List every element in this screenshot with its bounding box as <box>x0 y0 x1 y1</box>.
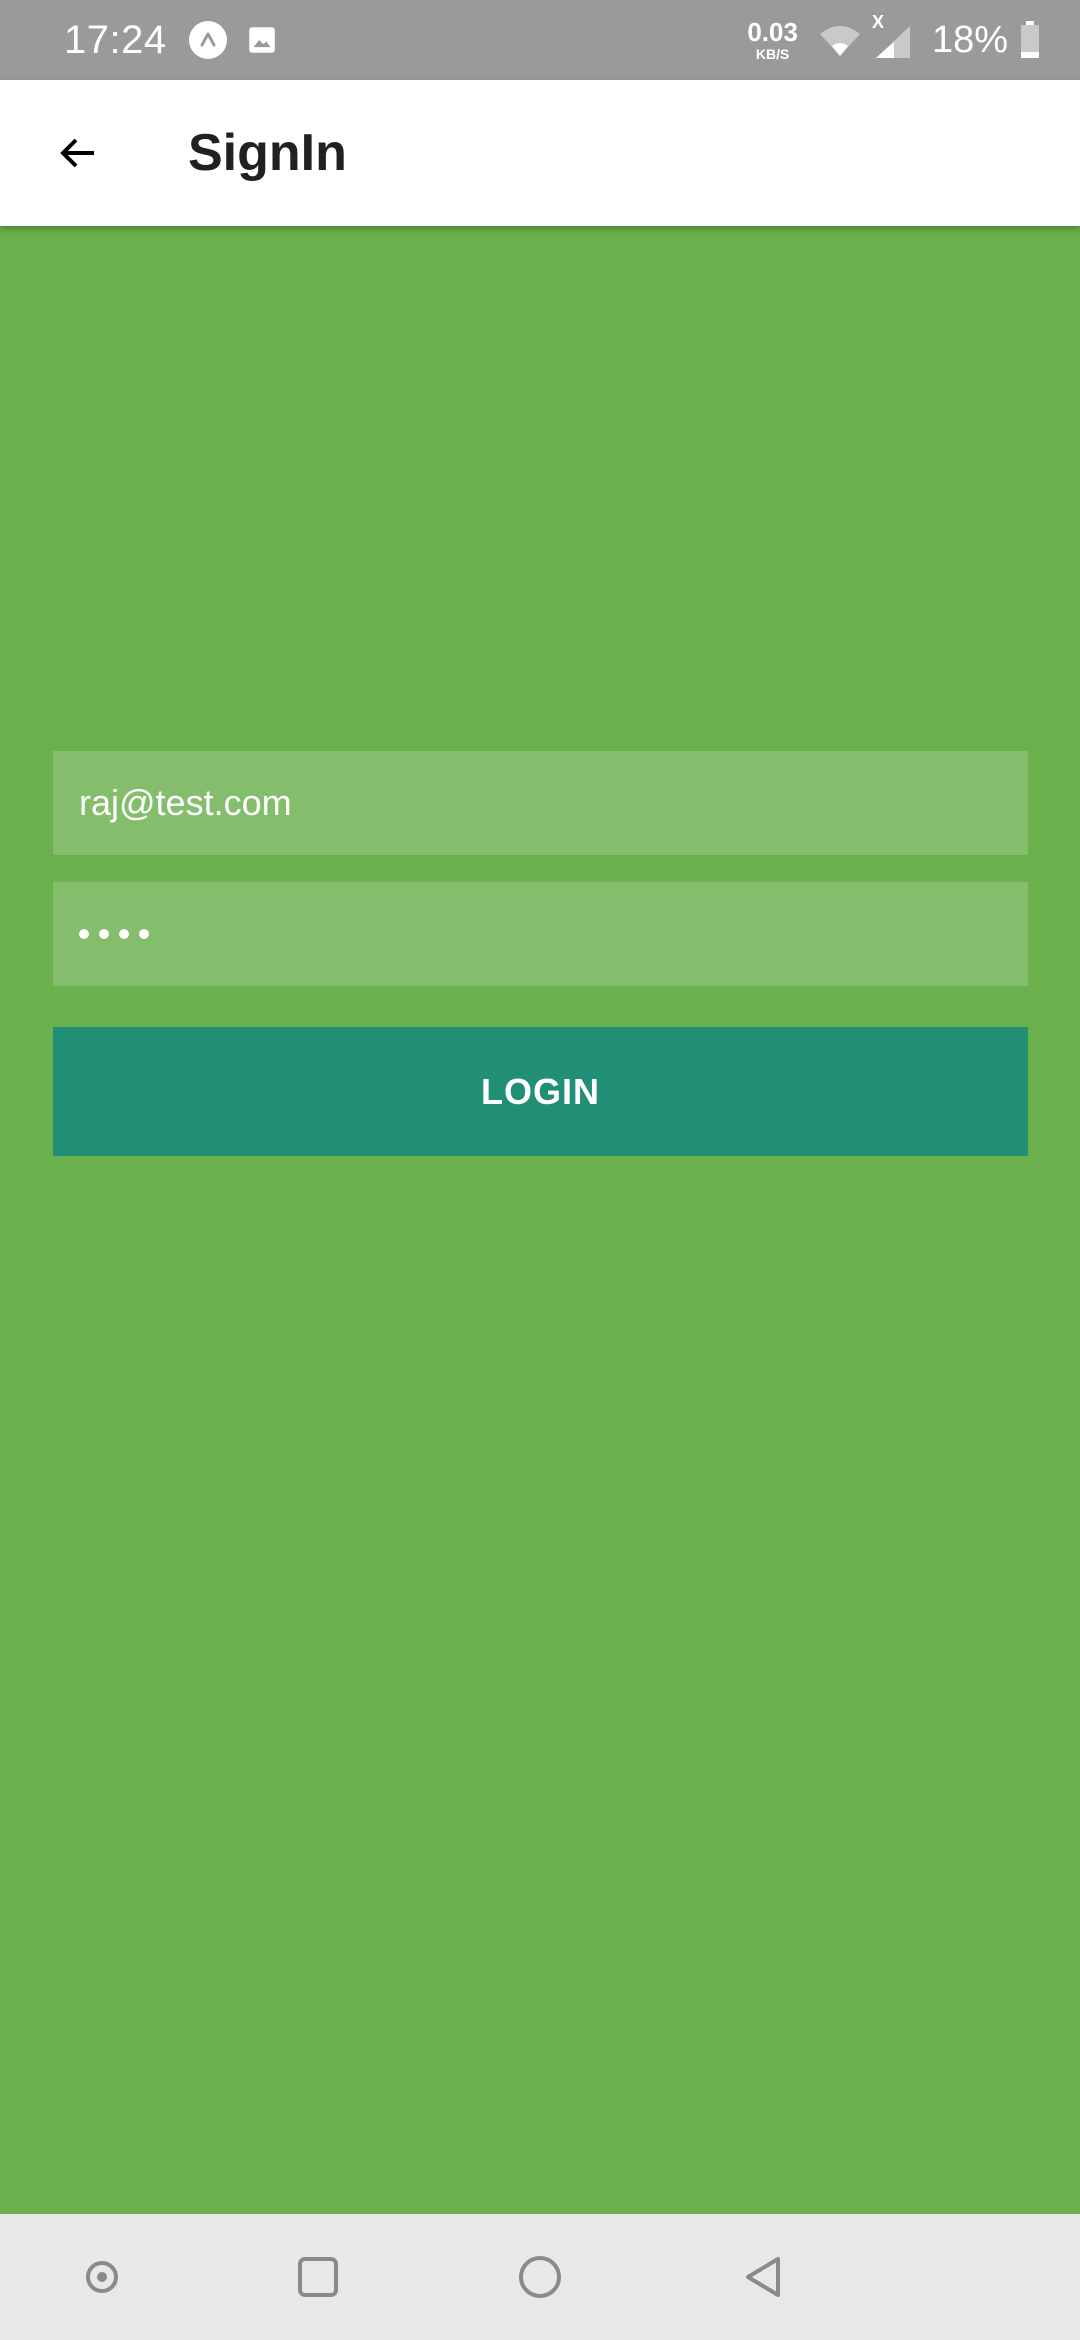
navigation-bar <box>0 2214 1080 2340</box>
back-button[interactable] <box>38 113 118 193</box>
page-title: SignIn <box>188 124 347 182</box>
signal-icon: X <box>872 12 912 60</box>
status-left: 17:24 <box>64 0 279 80</box>
password-field[interactable] <box>53 882 1028 986</box>
app-notification-icon <box>188 21 227 59</box>
password-mask <box>79 929 149 939</box>
status-time: 17:24 <box>64 17 167 62</box>
recents-button[interactable] <box>278 2237 358 2317</box>
system-back-button[interactable] <box>724 2237 804 2317</box>
app-bar: SignIn <box>0 80 1080 226</box>
battery-percent: 18% <box>931 18 1008 61</box>
home-icon <box>519 2256 561 2298</box>
battery-icon <box>1021 21 1039 58</box>
status-bar: 17:24 0.03 KB/S X 18% <box>0 0 1080 80</box>
image-notification-icon <box>248 27 275 53</box>
password-dot <box>119 929 129 939</box>
net-speed-unit: KB/S <box>755 46 790 62</box>
arrow-left-icon <box>60 138 94 168</box>
status-right: 0.03 KB/S X 18% <box>747 0 1040 80</box>
net-speed: 0.03 KB/S <box>747 19 798 61</box>
wifi-icon <box>819 26 860 56</box>
recents-icon <box>298 2257 338 2297</box>
assistant-icon <box>86 2261 118 2293</box>
net-speed-value: 0.03 <box>747 17 798 47</box>
home-button[interactable] <box>500 2237 580 2317</box>
login-button[interactable]: LOGIN <box>53 1027 1028 1156</box>
password-dot <box>99 929 109 939</box>
signal-badge: X <box>871 12 884 32</box>
back-icon <box>746 2257 780 2297</box>
email-value: raj@test.com <box>79 782 292 823</box>
assistant-button[interactable] <box>62 2237 142 2317</box>
password-dot <box>139 929 149 939</box>
email-field[interactable]: raj@test.com <box>53 751 1028 855</box>
password-dot <box>79 929 89 939</box>
